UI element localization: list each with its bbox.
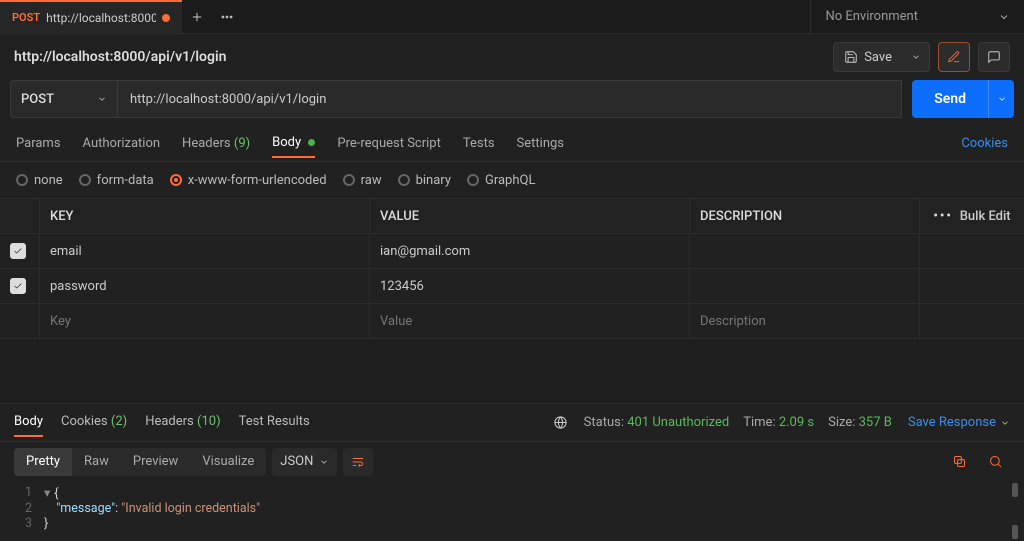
copy-response-button[interactable]: [944, 448, 974, 476]
scrollbar-indicator: [1012, 525, 1018, 539]
bodytype-urlencoded[interactable]: x-www-form-urlencoded: [170, 173, 327, 188]
key-input[interactable]: [50, 314, 359, 329]
save-button[interactable]: Save: [833, 42, 902, 72]
size-value: 357 B: [859, 415, 892, 430]
resp-tab-tests[interactable]: Test Results: [239, 408, 310, 437]
tab-prerequest[interactable]: Pre-request Script: [337, 130, 440, 157]
unsaved-indicator-icon: [162, 14, 170, 22]
pencil-icon: [947, 50, 961, 64]
key-input[interactable]: [50, 244, 359, 259]
scrollbar-indicator: [1012, 483, 1018, 497]
view-mode-segment: Pretty Raw Preview Visualize: [14, 448, 266, 476]
tab-tests[interactable]: Tests: [463, 130, 495, 157]
http-method-selector[interactable]: POST: [10, 80, 118, 118]
view-pretty[interactable]: Pretty: [14, 448, 72, 476]
col-value: VALUE: [370, 199, 690, 233]
key-input[interactable]: [50, 279, 359, 294]
table-header-row: KEY VALUE DESCRIPTION ••• Bulk Edit: [0, 199, 1024, 234]
response-bar: Body Cookies (2) Headers (10) Test Resul…: [0, 403, 1024, 441]
url-input[interactable]: [118, 80, 902, 118]
columns-options-button[interactable]: •••: [933, 209, 953, 224]
resp-tab-headers[interactable]: Headers (10): [145, 408, 220, 437]
response-toolbar: Pretty Raw Preview Visualize JSON: [0, 441, 1024, 481]
resp-tab-body[interactable]: Body: [14, 408, 43, 437]
table-row-new: [0, 304, 1024, 339]
json-key: "message": [56, 501, 115, 516]
save-icon: [844, 50, 858, 64]
chevron-down-icon: [998, 11, 1010, 23]
tab-authorization[interactable]: Authorization: [83, 130, 161, 157]
comment-icon: [987, 50, 1001, 64]
request-title: http://localhost:8000/api/v1/login: [14, 49, 825, 65]
environment-label: No Environment: [825, 9, 918, 24]
bodytype-binary[interactable]: binary: [398, 173, 451, 188]
tab-body[interactable]: Body: [272, 129, 315, 158]
resp-tab-cookies[interactable]: Cookies (2): [61, 408, 127, 437]
json-value: "Invalid login credentials": [121, 501, 260, 516]
tab-strip: POST http://localhost:8000/ No Environme…: [0, 0, 1024, 34]
save-response-button[interactable]: Save Response: [908, 415, 1010, 430]
tab-settings[interactable]: Settings: [517, 130, 564, 157]
tab-headers[interactable]: Headers (9): [182, 130, 250, 157]
environment-selector[interactable]: No Environment: [810, 0, 1024, 33]
view-raw[interactable]: Raw: [72, 448, 121, 476]
response-tabs: Body Cookies (2) Headers (10) Test Resul…: [14, 408, 310, 437]
table-row: [0, 234, 1024, 269]
comments-button[interactable]: [978, 42, 1010, 72]
description-input[interactable]: [700, 244, 909, 259]
request-title-row: http://localhost:8000/api/v1/login Save: [0, 34, 1024, 80]
body-active-indicator-icon: [308, 139, 315, 146]
col-description: DESCRIPTION: [690, 199, 920, 233]
value-input[interactable]: [380, 244, 679, 259]
wrap-lines-button[interactable]: [343, 448, 373, 476]
status-value: 401 Unauthorized: [627, 415, 729, 430]
table-row: [0, 269, 1024, 304]
chevron-down-icon: [319, 457, 329, 467]
cookies-link[interactable]: Cookies: [961, 136, 1008, 151]
col-key: KEY: [40, 199, 370, 233]
view-visualize[interactable]: Visualize: [190, 448, 266, 476]
search-icon: [988, 454, 1003, 469]
row-checkbox[interactable]: [10, 243, 26, 259]
bodytype-raw[interactable]: raw: [343, 173, 382, 188]
edit-button[interactable]: [938, 42, 970, 72]
new-tab-button[interactable]: [182, 0, 212, 33]
chevron-down-icon: [1000, 418, 1010, 428]
body-params-table: KEY VALUE DESCRIPTION ••• Bulk Edit: [0, 198, 1024, 339]
tab-title: http://localhost:8000/: [46, 11, 156, 25]
save-dropdown-button[interactable]: [902, 42, 930, 72]
request-tab[interactable]: POST http://localhost:8000/: [0, 0, 182, 33]
globe-icon: [553, 415, 568, 430]
bodytype-graphql[interactable]: GraphQL: [467, 173, 535, 188]
send-dropdown-button[interactable]: [988, 80, 1014, 118]
bodytype-formdata[interactable]: form-data: [79, 173, 154, 188]
tab-overflow-button[interactable]: [212, 0, 242, 33]
time-value: 2.09 s: [779, 415, 814, 430]
chevron-down-icon: [97, 94, 107, 104]
description-input[interactable]: [700, 314, 909, 329]
language-selector[interactable]: JSON: [272, 448, 337, 476]
row-checkbox[interactable]: [10, 278, 26, 294]
url-bar: POST Send: [10, 80, 1014, 118]
send-button[interactable]: Send: [912, 80, 988, 118]
value-input[interactable]: [380, 279, 679, 294]
tab-params[interactable]: Params: [16, 130, 61, 157]
bodytype-none[interactable]: none: [16, 173, 63, 188]
response-meta: Status: 401 Unauthorized Time: 2.09 s Si…: [584, 415, 892, 430]
view-preview[interactable]: Preview: [121, 448, 190, 476]
description-input[interactable]: [700, 279, 909, 294]
copy-icon: [952, 454, 967, 469]
search-response-button[interactable]: [980, 448, 1010, 476]
value-input[interactable]: [380, 314, 679, 329]
wrap-icon: [351, 455, 365, 469]
response-body[interactable]: 1▾{ 2 "message": "Invalid login credenti…: [0, 481, 1024, 541]
request-subtabs: Params Authorization Headers (9) Body Pr…: [0, 126, 1024, 162]
tab-method: POST: [12, 11, 40, 24]
bulk-edit-button[interactable]: Bulk Edit: [960, 209, 1011, 224]
body-type-row: none form-data x-www-form-urlencoded raw…: [0, 162, 1024, 198]
